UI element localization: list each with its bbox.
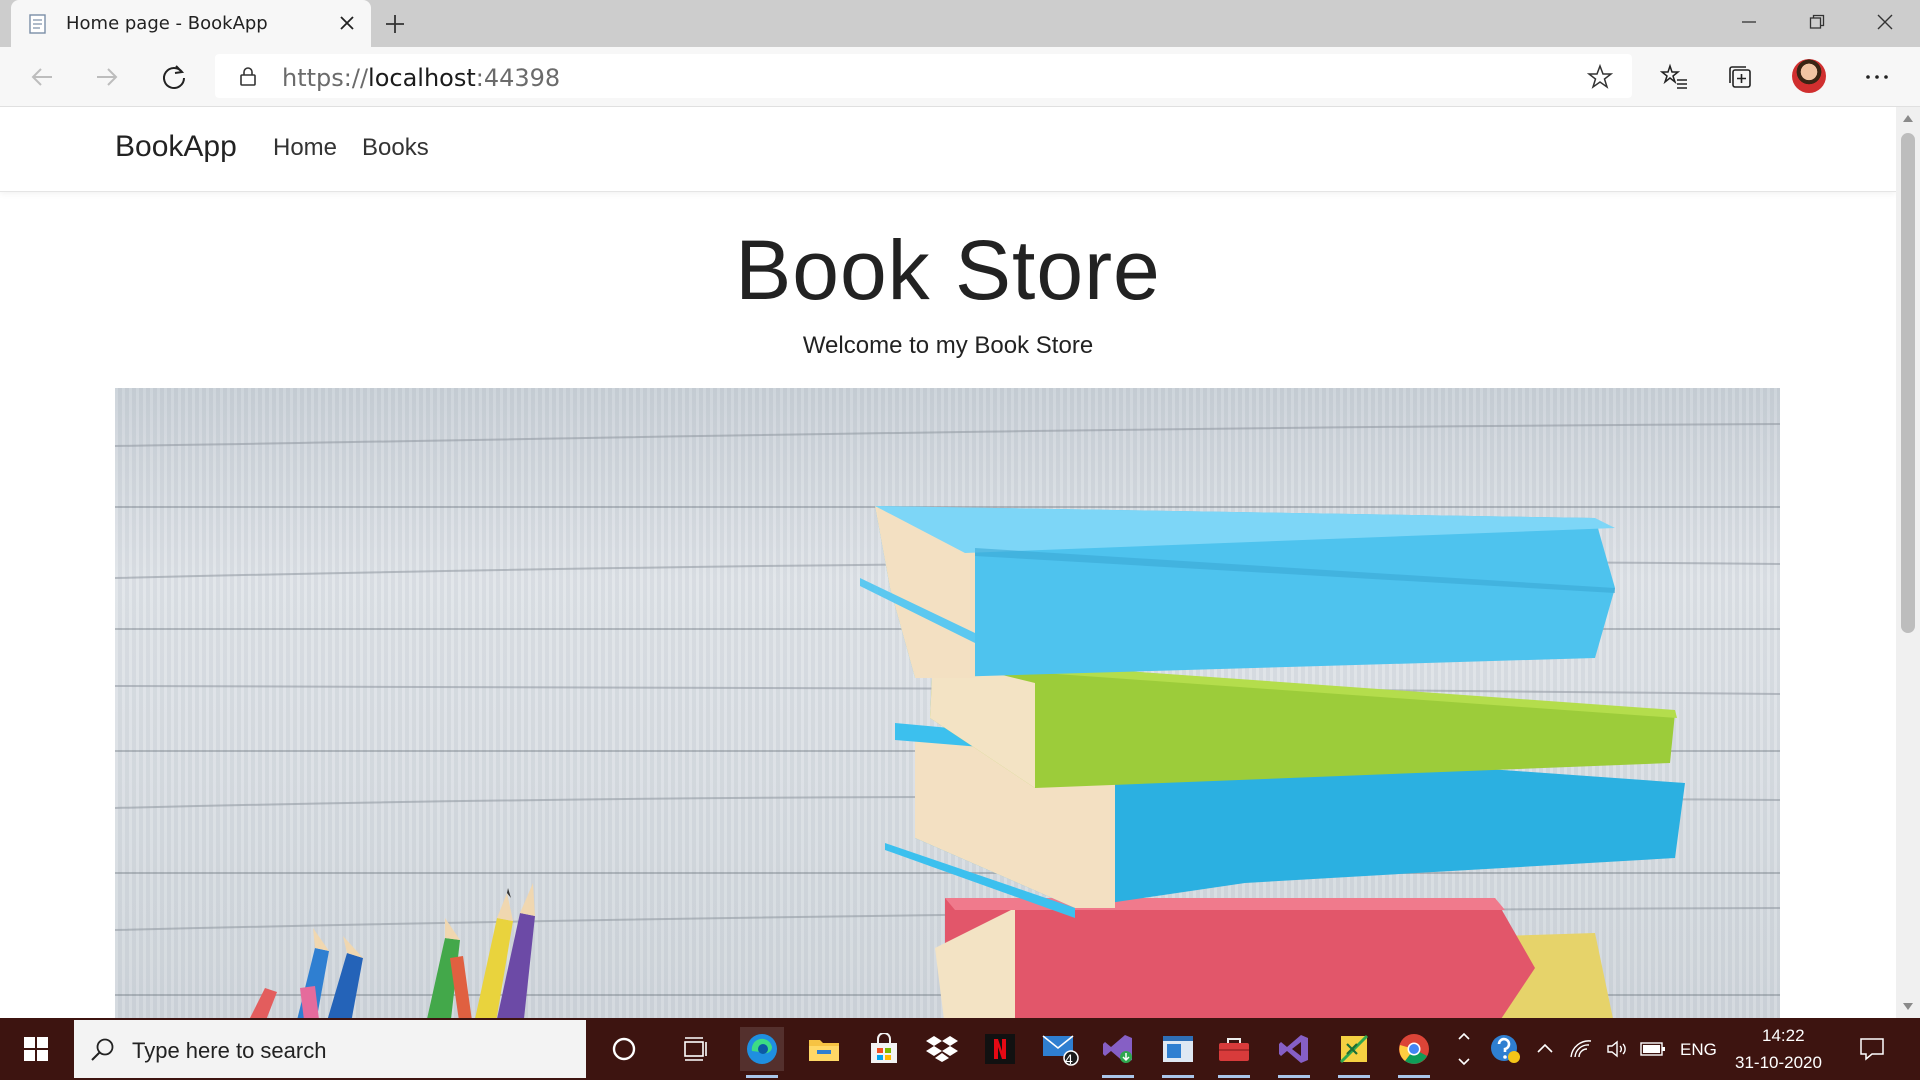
running-app-indicator [1162, 1075, 1194, 1078]
favorite-star-icon[interactable] [1587, 64, 1613, 90]
volume-icon[interactable] [1600, 1027, 1634, 1071]
scroll-down-icon[interactable] [1902, 1000, 1914, 1012]
store-icon[interactable] [862, 1027, 906, 1071]
page-subtitle: Welcome to my Book Store [802, 332, 1094, 359]
page-favicon-icon [29, 14, 46, 34]
clock-time[interactable]: 14:22 [1762, 1026, 1805, 1046]
forward-arrow-icon[interactable] [90, 60, 124, 94]
nav-link-books[interactable]: Books [362, 134, 429, 162]
minimize-icon[interactable] [1716, 0, 1782, 44]
lock-icon [240, 67, 256, 86]
plus-icon[interactable] [381, 10, 409, 38]
windows-start-icon[interactable] [0, 1018, 72, 1080]
close-window-icon[interactable] [1852, 0, 1918, 44]
chrome-icon[interactable] [1392, 1027, 1436, 1078]
nav-link-home[interactable]: Home [273, 134, 337, 162]
edge-icon[interactable] [740, 1027, 784, 1078]
excel-like-icon[interactable] [1332, 1027, 1376, 1078]
collections-icon[interactable] [1723, 60, 1757, 94]
url-host: localhost [368, 64, 476, 92]
url-scheme: https:// [282, 64, 369, 92]
mail-badge-count: 4 [1065, 1051, 1073, 1067]
hero-image [115, 388, 1780, 1018]
language-indicator[interactable]: ENG [1680, 1040, 1717, 1060]
windows-taskbar: Type here to search 4 ENG 14:22 31-10-20… [0, 1018, 1920, 1080]
address-bar[interactable]: https://localhost:44398 [215, 54, 1632, 98]
search-placeholder: Type here to search [132, 1038, 327, 1063]
back-arrow-icon[interactable] [25, 60, 59, 94]
cortana-icon[interactable] [602, 1027, 646, 1071]
running-app-indicator [1338, 1075, 1370, 1078]
running-app-indicator [1278, 1075, 1310, 1078]
tab-strip: Home page - BookApp [0, 0, 1920, 47]
more-icon[interactable] [1860, 60, 1894, 94]
tab-title: Home page - BookApp [66, 13, 268, 34]
site-header: BookApp Home Books [0, 107, 1896, 192]
page-title: Book Store [735, 223, 1161, 317]
close-icon[interactable] [335, 11, 359, 35]
browser-tab[interactable]: Home page - BookApp [11, 0, 371, 47]
page-viewport: BookApp Home Books Book Store Welcome to… [0, 107, 1896, 1018]
chevron-up-icon[interactable] [1528, 1027, 1562, 1071]
browser-toolbar: https://localhost:44398 [0, 47, 1920, 107]
books-and-pencils-illustration [115, 423, 1780, 1018]
refresh-icon[interactable] [157, 60, 191, 94]
url-port: :44398 [475, 64, 561, 92]
vertical-scrollbar[interactable] [1896, 107, 1920, 1018]
search-icon [91, 1038, 114, 1061]
clock-date[interactable]: 31-10-2020 [1735, 1053, 1822, 1073]
site-brand-link[interactable]: BookApp [115, 130, 237, 164]
running-app-indicator [1218, 1075, 1250, 1078]
task-view-icon[interactable] [674, 1027, 718, 1071]
overflow-chevrons-icon[interactable] [1452, 1027, 1476, 1071]
favorites-icon[interactable] [1657, 60, 1691, 94]
pencils [250, 883, 535, 1018]
running-app-indicator [1102, 1075, 1134, 1078]
notification-icon[interactable] [1850, 1027, 1894, 1071]
dropbox-icon[interactable] [920, 1027, 964, 1071]
profile-avatar[interactable] [1792, 59, 1826, 93]
network-icon[interactable] [1564, 1027, 1598, 1071]
toolbox-icon[interactable] [1212, 1027, 1256, 1078]
file-explorer-icon[interactable] [802, 1027, 846, 1071]
visual-studio-installer-icon[interactable] [1096, 1027, 1140, 1078]
active-app-indicator [746, 1075, 778, 1078]
help-icon[interactable] [1484, 1027, 1528, 1071]
battery-icon[interactable] [1636, 1027, 1670, 1071]
scroll-up-icon[interactable] [1902, 113, 1914, 125]
book-stack [860, 506, 1685, 1018]
url-text: https://localhost:44398 [282, 64, 560, 92]
scrollbar-thumb[interactable] [1901, 133, 1915, 633]
taskbar-search-box[interactable]: Type here to search [74, 1020, 586, 1078]
app-icon[interactable] [1156, 1027, 1200, 1078]
visual-studio-icon[interactable] [1272, 1027, 1316, 1078]
mail-icon[interactable]: 4 [1038, 1027, 1082, 1071]
restore-icon[interactable] [1784, 0, 1850, 44]
running-app-indicator [1398, 1075, 1430, 1078]
netflix-icon[interactable] [978, 1027, 1022, 1071]
